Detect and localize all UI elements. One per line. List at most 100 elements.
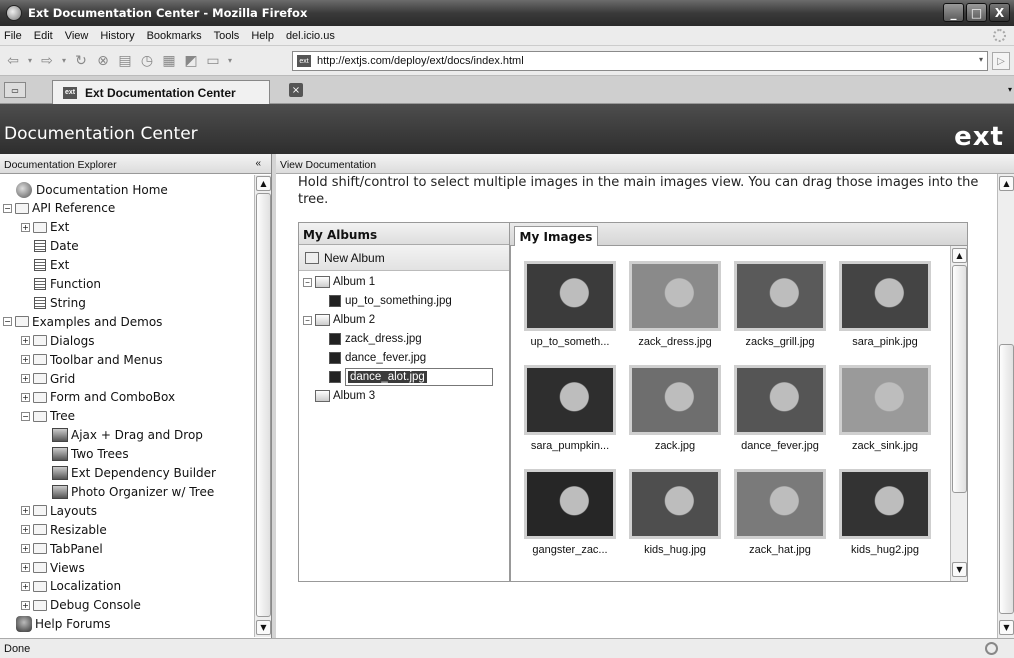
tree-node[interactable]: − API Reference	[3, 199, 115, 218]
image-thumb[interactable]: sara_pumpkin...	[519, 360, 621, 460]
tree-node[interactable]: Ext	[34, 256, 69, 275]
reload-icon[interactable]: ↻	[72, 52, 90, 70]
print-icon[interactable]: ▤	[116, 52, 134, 70]
minimize-button[interactable]: _	[943, 3, 964, 22]
address-bar[interactable]: ext http://extjs.com/deploy/ext/docs/ind…	[292, 51, 988, 71]
menu-tools[interactable]: Tools	[214, 30, 240, 42]
album-node[interactable]: Album 3	[315, 387, 375, 405]
images-scroll-down-icon[interactable]: ▼	[952, 562, 967, 577]
album-node[interactable]: − Album 2	[303, 311, 375, 329]
expand-icon[interactable]: +	[21, 544, 30, 554]
image-thumb[interactable]: kids_hug2.jpg	[834, 464, 936, 564]
scroll-thumb[interactable]	[256, 193, 271, 617]
back-icon[interactable]: ⇦	[4, 52, 22, 70]
tree-node[interactable]: + TabPanel	[21, 539, 103, 558]
collapse-icon[interactable]: «	[255, 158, 261, 169]
menu-delicious[interactable]: del.icio.us	[286, 30, 335, 42]
tree-node[interactable]: + Toolbar and Menus	[21, 350, 163, 369]
tree-node[interactable]: Function	[34, 275, 101, 294]
back-dropdown-icon[interactable]: ▾	[26, 52, 34, 70]
image-thumb[interactable]: zack_hat.jpg	[729, 464, 831, 564]
menu-file[interactable]: File	[4, 30, 22, 42]
image-thumb[interactable]: zack.jpg	[624, 360, 726, 460]
rename-editor[interactable]: dance_alot.jpg	[345, 368, 493, 386]
album-image-node[interactable]: dance_alot.jpg	[329, 368, 493, 386]
album-image-node[interactable]: dance_fever.jpg	[329, 349, 426, 367]
expand-icon[interactable]: +	[21, 525, 30, 535]
tree-node[interactable]: Date	[34, 237, 79, 256]
tree-node[interactable]: String	[34, 293, 86, 312]
image-thumb[interactable]: kids_hug.jpg	[624, 464, 726, 564]
tree-node[interactable]: + Debug Console	[21, 596, 141, 615]
menu-help[interactable]: Help	[251, 30, 274, 42]
page-menu-dropdown-icon[interactable]: ▾	[226, 52, 234, 70]
menu-history[interactable]: History	[100, 30, 134, 42]
rename-editor-text[interactable]: dance_alot.jpg	[348, 371, 427, 383]
page-menu-icon[interactable]: ▭	[204, 52, 222, 70]
album-node[interactable]: − Album 1	[303, 273, 375, 291]
expand-icon[interactable]: +	[21, 336, 30, 346]
image-thumb[interactable]: zacks_grill.jpg	[729, 256, 831, 356]
expand-icon[interactable]: +	[21, 392, 30, 402]
album-image-node[interactable]: zack_dress.jpg	[329, 330, 422, 348]
expand-icon[interactable]: +	[21, 374, 30, 383]
center-scroll-up-icon[interactable]: ▲	[999, 176, 1014, 191]
tree-node[interactable]: + Layouts	[21, 501, 97, 520]
collapse-node-icon[interactable]: −	[303, 315, 312, 325]
center-scroll-thumb[interactable]	[999, 344, 1014, 614]
new-tab-icon[interactable]: ▭	[4, 82, 26, 98]
west-scrollbar[interactable]: ▲ ▼	[254, 175, 271, 637]
tree-node[interactable]: Photo Organizer w/ Tree	[52, 482, 214, 501]
tree-node[interactable]: + Views	[21, 558, 85, 577]
image-thumb[interactable]: zack_dress.jpg	[624, 256, 726, 356]
new-album-button[interactable]: New Album	[299, 245, 509, 271]
expand-icon[interactable]: +	[21, 222, 30, 232]
tree-node[interactable]: + Dialogs	[21, 331, 94, 350]
tree-node[interactable]: Documentation Home	[16, 180, 168, 199]
images-scrollbar[interactable]: ▲ ▼	[950, 246, 967, 581]
image-thumb[interactable]: up_to_someth...	[519, 256, 621, 356]
tree-node[interactable]: Help Forums	[16, 615, 110, 634]
stop-icon[interactable]: ⊗	[94, 52, 112, 70]
tree-node[interactable]: Two Trees	[52, 445, 129, 464]
history-icon[interactable]: ◷	[138, 52, 156, 70]
center-scrollbar[interactable]: ▲ ▼	[997, 174, 1014, 638]
expand-icon[interactable]: +	[21, 600, 30, 610]
image-thumb[interactable]: sara_pink.jpg	[834, 256, 936, 356]
tree-node[interactable]: + Grid	[21, 369, 75, 388]
tree-node[interactable]: + Resizable	[21, 520, 107, 539]
tree-node[interactable]: Ext Dependency Builder	[52, 464, 216, 483]
tab-my-images[interactable]: My Images	[514, 226, 598, 247]
forward-dropdown-icon[interactable]: ▾	[60, 52, 68, 70]
collapse-node-icon[interactable]: −	[303, 277, 312, 287]
expand-icon[interactable]: +	[21, 355, 30, 365]
menu-view[interactable]: View	[65, 30, 89, 42]
tree-node[interactable]: + Localization	[21, 577, 121, 596]
images-scroll-thumb[interactable]	[952, 265, 967, 493]
tag-icon[interactable]: ◩	[182, 52, 200, 70]
center-scroll-down-icon[interactable]: ▼	[999, 620, 1014, 635]
collapse-node-icon[interactable]: −	[3, 203, 12, 213]
tree-node[interactable]: + Form and ComboBox	[21, 388, 175, 407]
maximize-button[interactable]: □	[966, 3, 987, 22]
image-thumb[interactable]: gangster_zac...	[519, 464, 621, 564]
scroll-up-icon[interactable]: ▲	[256, 176, 271, 191]
collapse-node-icon[interactable]: −	[3, 317, 12, 327]
tab-ext-documentation[interactable]: ext Ext Documentation Center	[52, 80, 270, 104]
tree-node[interactable]: Ajax + Drag and Drop	[52, 426, 203, 445]
bookmark-icon[interactable]: ▦	[160, 52, 178, 70]
tree-node[interactable]: + Ext	[21, 218, 69, 237]
expand-icon[interactable]: +	[21, 581, 30, 591]
go-button-icon[interactable]: ▷	[992, 52, 1010, 70]
menu-bookmarks[interactable]: Bookmarks	[147, 30, 202, 42]
address-dropdown-icon[interactable]: ▾	[979, 55, 983, 64]
image-thumb[interactable]: zack_sink.jpg	[834, 360, 936, 460]
tree-node[interactable]: − Tree	[21, 407, 75, 426]
collapse-node-icon[interactable]: −	[21, 411, 30, 421]
tree-node[interactable]: − Examples and Demos	[3, 312, 162, 331]
forward-icon[interactable]: ⇨	[38, 52, 56, 70]
images-scroll-up-icon[interactable]: ▲	[952, 248, 967, 263]
scroll-down-icon[interactable]: ▼	[256, 620, 271, 635]
album-image-node[interactable]: up_to_something.jpg	[329, 292, 452, 310]
tab-close-icon[interactable]: ×	[289, 83, 303, 97]
